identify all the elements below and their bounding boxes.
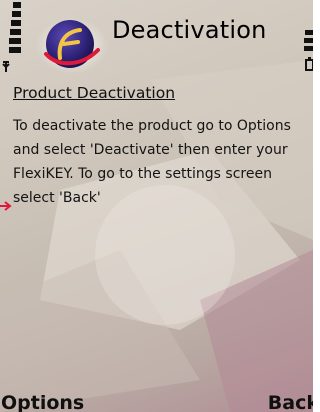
instruction-line: To deactivate the product go to Options bbox=[13, 118, 291, 134]
pointer-arrow-icon bbox=[0, 201, 12, 211]
options-softkey[interactable]: Options bbox=[1, 392, 84, 412]
signal-indicator bbox=[0, 0, 22, 80]
battery-icon bbox=[304, 30, 313, 71]
instruction-line: FlexiKEY. To go to the settings screen bbox=[13, 166, 272, 182]
instructions-text: To deactivate the product go to Options … bbox=[13, 114, 309, 210]
instruction-line: select 'Back' bbox=[13, 190, 101, 206]
instruction-line: and select 'Deactivate' then enter your bbox=[13, 142, 288, 158]
flexikey-logo-icon bbox=[36, 18, 108, 74]
phone-screen: Deactivation Product Deactivation To dea… bbox=[0, 0, 313, 412]
page-title: Deactivation bbox=[112, 16, 267, 44]
app-logo bbox=[36, 14, 108, 74]
section-heading: Product Deactivation bbox=[13, 84, 176, 102]
signal-strength-icon bbox=[2, 2, 21, 72]
battery-indicator bbox=[301, 26, 313, 96]
back-softkey[interactable]: Back bbox=[268, 392, 313, 412]
